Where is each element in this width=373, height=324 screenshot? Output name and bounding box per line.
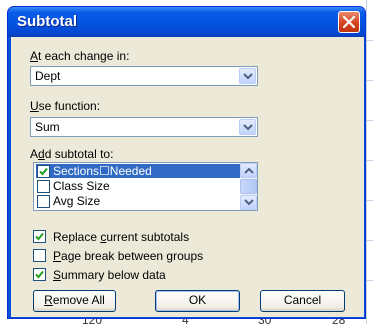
gridline [366,280,373,281]
checkmark-icon [39,167,48,176]
gridline [366,0,367,324]
list-item-label: Class Size [53,179,110,193]
use-function-combo[interactable]: Sum [30,117,258,137]
list-item-label: Avg Size [53,194,101,208]
use-function-value: Sum [35,120,60,134]
checkbox-box[interactable] [33,230,46,243]
chevron-down-icon [243,124,253,131]
gridline [366,240,373,241]
at-each-change-label: At each change in: [30,49,130,63]
checkbox-label: Summary below data [53,268,166,282]
ok-button[interactable]: OK [155,290,240,312]
close-button[interactable] [338,11,360,33]
checkbox-label: Replace current subtotals [53,230,190,244]
list-item[interactable]: Class Size [36,179,241,193]
add-subtotal-label: Add subtotal to: [30,147,114,161]
gridline [366,40,373,41]
gridline [366,200,373,201]
dialog-title: Subtotal [17,13,77,30]
at-each-change-value: Dept [35,69,61,83]
title-bar[interactable]: Subtotal [8,7,365,37]
checkbox-label: Page break between groups [53,249,204,263]
add-subtotal-list[interactable]: Sections☐Needed Class Size Avg Size [33,162,258,211]
use-function-dropdown-button[interactable] [239,119,256,135]
at-each-change-combo[interactable]: Dept [30,66,258,86]
checkmark-icon [35,232,44,241]
list-item-checkbox[interactable] [37,165,50,178]
subtotal-dialog: Subtotal At each change in: Dept Use fun… [7,6,366,319]
scroll-thumb[interactable] [240,179,257,194]
gridline [366,120,373,121]
scroll-up-button[interactable] [240,163,257,178]
cancel-button[interactable]: Cancel [260,290,345,312]
chevron-up-icon [244,167,254,174]
use-function-label: Use function: [30,99,101,113]
dialog-body: At each change in: Dept Use function: Su… [11,37,364,317]
list-scrollbar[interactable] [240,163,257,210]
list-item-label: Sections☐Needed [53,164,152,178]
list-item[interactable]: Sections☐Needed [36,164,241,178]
chevron-down-icon [243,73,253,80]
checkmark-icon [35,270,44,279]
scroll-down-button[interactable] [240,195,257,210]
at-each-change-dropdown-button[interactable] [239,68,256,84]
list-item-checkbox[interactable] [37,180,50,193]
checkbox-box[interactable] [33,268,46,281]
chevron-down-icon [244,199,254,206]
list-item[interactable]: Avg Size [36,194,241,208]
remove-all-button[interactable]: Remove All [33,290,116,312]
gridline [366,160,373,161]
gridline [366,80,373,81]
close-icon [343,16,355,28]
list-item-checkbox[interactable] [37,195,50,208]
checkbox-box[interactable] [33,249,46,262]
